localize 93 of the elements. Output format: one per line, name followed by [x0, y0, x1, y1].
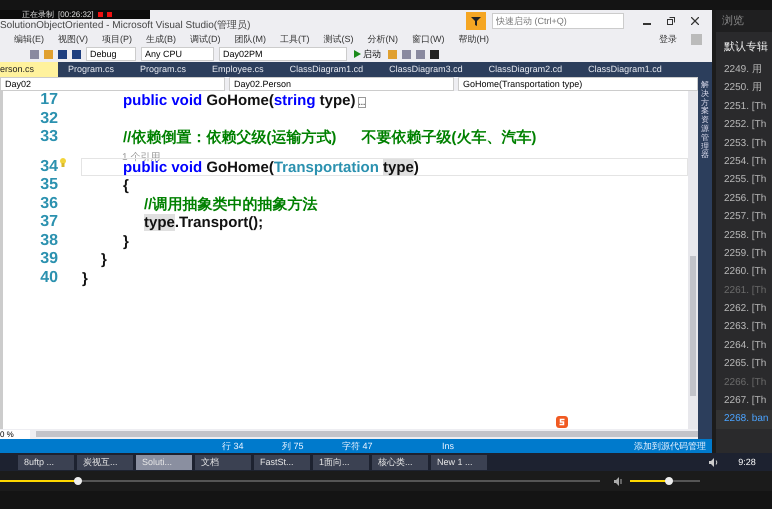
- playlist-item[interactable]: 2259. [Th: [716, 244, 772, 264]
- playlist-item[interactable]: 2265. [Th: [716, 355, 772, 374]
- class-dropdown[interactable]: Day02.Person: [229, 77, 454, 91]
- menu-item[interactable]: 项目(P): [102, 32, 132, 46]
- playlist-item[interactable]: 2255. [Th: [716, 171, 772, 190]
- menu-item[interactable]: 生成(B): [146, 32, 176, 46]
- playlist-item[interactable]: 2268. ban: [716, 410, 772, 429]
- line-number: 40: [39, 268, 58, 287]
- menu-item[interactable]: 帮助(H): [458, 32, 489, 46]
- line-number: 38: [39, 232, 58, 250]
- playlist-item[interactable]: 2262. [Th: [716, 300, 772, 318]
- playlist-item[interactable]: 2260. [Th: [716, 263, 772, 282]
- clock: 9:28: [737, 457, 757, 467]
- playlist-item[interactable]: 2249. 用: [716, 61, 772, 80]
- code-line: }: [122, 232, 130, 250]
- playlist-item[interactable]: 2264. [Th: [716, 336, 772, 356]
- member-dropdown[interactable]: GoHome(Transportation type): [458, 77, 698, 91]
- recording-label: 正在录制: [22, 10, 54, 19]
- taskbar-item[interactable]: 8uftp ...: [18, 454, 74, 470]
- menu-item[interactable]: 团队(M): [234, 32, 266, 46]
- configuration-dropdown[interactable]: Debug: [86, 47, 136, 61]
- window-title: SolutionObjectOriented - Microsoft Visual Studio(管理员): [0, 20, 252, 32]
- playlist-item[interactable]: 2254. [Th: [716, 152, 772, 172]
- file-tab[interactable]: erson.cs: [0, 62, 58, 77]
- restore-icon[interactable]: [667, 17, 675, 25]
- menu-item[interactable]: 窗口(W): [412, 32, 444, 46]
- menu-item[interactable]: 工具(T): [280, 32, 310, 46]
- project-dropdown[interactable]: Day02: [0, 77, 225, 91]
- file-tab[interactable]: ClassDiagram1.cd: [280, 62, 380, 77]
- line-number: 32: [39, 110, 58, 128]
- zoom-dropdown[interactable]: 0 %: [0, 430, 30, 438]
- status-char: 字符 47: [342, 440, 374, 452]
- volume-icon[interactable]: [614, 476, 624, 486]
- login-link[interactable]: 登录: [659, 32, 677, 46]
- filter-icon[interactable]: [466, 12, 486, 30]
- code-line: }: [81, 268, 89, 287]
- file-tab[interactable]: Employee.cs: [202, 62, 280, 77]
- menu-item[interactable]: 调试(D): [190, 32, 220, 46]
- file-tab[interactable]: ClassDiagram2.cd: [478, 62, 578, 77]
- menu-item[interactable]: 编辑(E): [14, 32, 44, 46]
- playlist-item[interactable]: 2253. [Th: [716, 134, 772, 153]
- playlist-item[interactable]: 2258. [Th: [716, 226, 772, 245]
- playlist-item[interactable]: 2250. 用: [716, 79, 772, 98]
- scrollbar[interactable]: [36, 431, 698, 437]
- panel-title: 浏览: [716, 10, 772, 32]
- code-line: public void GoHome(string type) ...: [122, 91, 368, 110]
- code-line: //调用抽象类中的抽象方法: [143, 194, 318, 213]
- project-dropdown[interactable]: Day02PM: [219, 47, 347, 61]
- line-number: 34: [39, 158, 58, 176]
- taskbar-item[interactable]: FastSt...: [254, 454, 310, 470]
- status-column: 列 75: [282, 440, 342, 452]
- taskbar-item[interactable]: New 1 ...: [431, 454, 487, 470]
- menu-item[interactable]: 分析(N): [368, 32, 398, 46]
- input-method-icon[interactable]: [556, 416, 568, 428]
- menu-item[interactable]: 视图(V): [58, 32, 88, 46]
- playlist-item[interactable]: 2251. [Th: [716, 98, 772, 116]
- status-line: 行 34: [222, 440, 245, 452]
- line-number: 35: [39, 176, 58, 194]
- playlist-item[interactable]: 2257. [Th: [716, 208, 772, 227]
- line-number: 37: [39, 213, 58, 232]
- taskbar-item[interactable]: 核心类...: [372, 454, 428, 470]
- playlist-item[interactable]: 2252. [Th: [716, 116, 772, 135]
- platform-dropdown[interactable]: Any CPU: [141, 47, 214, 61]
- code-line: {: [122, 176, 130, 194]
- line-number: 33: [39, 128, 58, 146]
- playlist-item[interactable]: 2267. [Th: [716, 392, 772, 410]
- status-mode: Ins: [442, 441, 456, 451]
- menu-item[interactable]: 测试(S): [324, 32, 354, 46]
- line-number: 39: [39, 250, 58, 268]
- playlist-item[interactable]: 2263. [Th: [716, 318, 772, 337]
- source-control-link[interactable]: 添加到源代码管理: [634, 440, 706, 452]
- file-tab[interactable]: Program.cs: [58, 62, 130, 77]
- file-tab[interactable]: Program.cs: [130, 62, 202, 77]
- taskbar-item[interactable]: 炭视互...: [77, 454, 133, 470]
- file-tab[interactable]: ClassDiagram1.cd: [578, 62, 678, 77]
- recording-time: [00:26:32]: [58, 10, 94, 19]
- playlist-item[interactable]: 2256. [Th: [716, 190, 772, 208]
- speaker-icon[interactable]: [709, 458, 719, 466]
- line-number: 17: [39, 91, 58, 110]
- taskbar-item[interactable]: 1面向...: [313, 454, 369, 470]
- taskbar-item[interactable]: 文档: [195, 454, 251, 470]
- panel-heading: 默认专辑: [723, 40, 769, 55]
- file-tab[interactable]: ClassDiagram3.cd: [379, 62, 479, 77]
- start-button[interactable]: 启动: [352, 48, 383, 60]
- code-line: type.Transport();: [143, 213, 264, 232]
- line-number: 36: [39, 194, 58, 213]
- scrollbar[interactable]: [688, 91, 698, 429]
- quick-launch-field[interactable]: 快速启动 (Ctrl+Q): [492, 13, 624, 29]
- side-panel-tab[interactable]: 解决方案资源管理器: [698, 77, 712, 439]
- close-icon[interactable]: [691, 17, 699, 25]
- code-line: }: [100, 250, 108, 268]
- code-line: //依赖倒置：依赖父级(运输方式) 不要依赖子级(火车、汽车): [122, 128, 538, 146]
- play-icon: [354, 50, 361, 58]
